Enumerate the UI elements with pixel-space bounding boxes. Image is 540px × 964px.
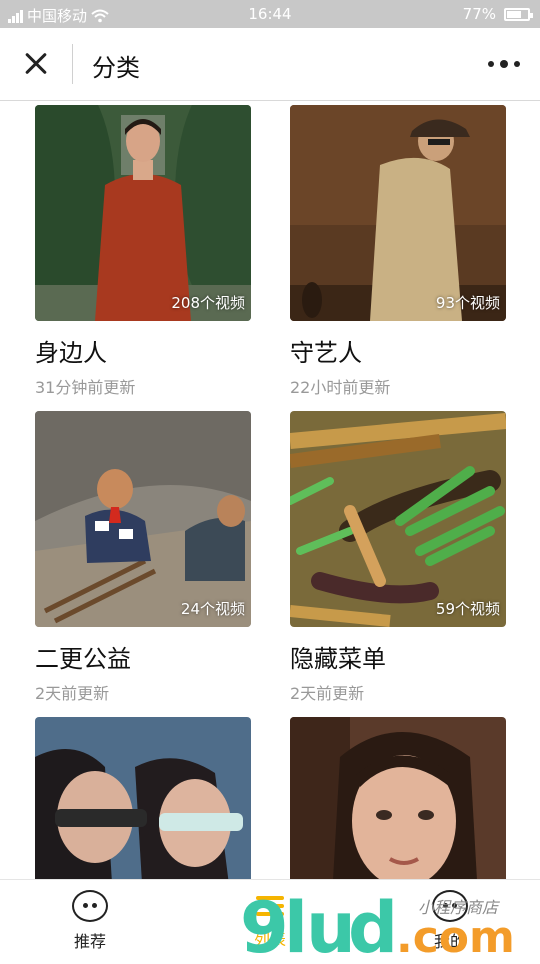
tab-mine[interactable]: 我的 <box>390 890 510 952</box>
smiley-icon <box>432 890 468 922</box>
category-title: 身边人 <box>35 339 107 367</box>
tab-recommend[interactable]: 推荐 <box>30 890 150 952</box>
category-thumbnail[interactable]: 208个视频 <box>35 105 251 321</box>
category-card[interactable] <box>35 717 251 879</box>
tab-list[interactable]: 列表 <box>210 890 330 950</box>
video-count: 59个视频 <box>435 600 500 618</box>
header-divider <box>72 44 73 84</box>
smiley-icon <box>72 890 108 922</box>
category-updated: 31分钟前更新 <box>35 378 136 397</box>
header-bar: 分类 <box>0 28 540 101</box>
photo-two-women-sunglasses <box>35 717 251 879</box>
photo-woman-portrait <box>290 717 506 879</box>
category-thumbnail[interactable] <box>35 717 251 879</box>
tab-bar: 推荐 列表 我的 <box>0 879 540 961</box>
category-updated: 2天前更新 <box>35 684 110 703</box>
photo-dish <box>290 411 506 627</box>
category-thumbnail[interactable]: 93个视频 <box>290 105 506 321</box>
page-title: 分类 <box>92 54 140 82</box>
category-card[interactable]: 93个视频 守艺人 22小时前更新 <box>290 105 506 398</box>
status-bar: 中国移动 16:44 77% <box>0 0 540 28</box>
tab-label: 推荐 <box>73 932 106 951</box>
photo-child-mountain <box>35 411 251 627</box>
category-title: 隐藏菜单 <box>290 645 386 673</box>
category-title: 守艺人 <box>290 339 362 367</box>
video-count: 93个视频 <box>435 294 500 312</box>
status-time: 16:44 <box>248 5 292 23</box>
category-thumbnail[interactable]: 24个视频 <box>35 411 251 627</box>
more-options-icon[interactable] <box>488 54 520 74</box>
category-title: 二更公益 <box>35 645 131 673</box>
battery-percent: 77% <box>462 5 496 23</box>
video-count: 24个视频 <box>180 600 245 618</box>
category-card[interactable] <box>290 717 506 879</box>
category-card[interactable]: 59个视频 隐藏菜单 2天前更新 <box>290 411 506 704</box>
category-card[interactable]: 208个视频 身边人 31分钟前更新 <box>35 105 251 398</box>
category-grid[interactable]: 208个视频 身边人 31分钟前更新 93个视频 守艺人 22小时前更新 24个… <box>0 101 540 879</box>
photo-woman-red-dress <box>35 105 251 321</box>
category-updated: 22小时前更新 <box>290 378 391 397</box>
tab-label: 列表 <box>253 930 286 949</box>
category-updated: 2天前更新 <box>290 684 365 703</box>
tab-label: 我的 <box>433 932 466 951</box>
category-thumbnail[interactable]: 59个视频 <box>290 411 506 627</box>
battery-icon <box>504 7 533 21</box>
photo-man-craftsman <box>290 105 506 321</box>
category-thumbnail[interactable] <box>290 717 506 879</box>
list-icon <box>256 892 284 920</box>
close-icon[interactable] <box>18 46 54 82</box>
category-card[interactable]: 24个视频 二更公益 2天前更新 <box>35 411 251 704</box>
video-count: 208个视频 <box>171 294 245 312</box>
status-right: 77% <box>462 5 533 23</box>
